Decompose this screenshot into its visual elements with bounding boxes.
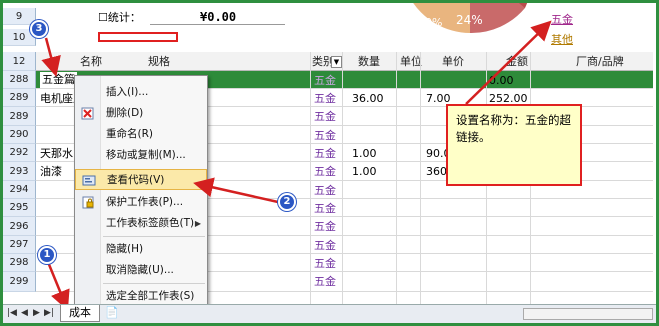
arrow-to-sheet-tab xyxy=(46,261,70,311)
horizontal-scrollbar[interactable] xyxy=(523,308,653,320)
badge-3: 3 xyxy=(30,20,48,38)
tab-next-icon[interactable]: ▶ xyxy=(33,308,40,318)
arrow-to-selected-cell xyxy=(41,37,61,77)
sheet-tab-label: 成本 xyxy=(69,306,91,319)
sheet-tab-cost[interactable]: 成本 xyxy=(60,305,100,322)
arrow-to-legend-link xyxy=(465,20,552,105)
badge-1: 1 xyxy=(38,246,56,264)
badge-2: 2 xyxy=(278,193,296,211)
insert-sheet-icon[interactable]: 📄 xyxy=(105,306,119,319)
sheet-tab-bar: |◀ ◀ ▶ ▶| 成本 📄 xyxy=(3,304,656,323)
annotation-arrows xyxy=(41,20,552,311)
tab-first-icon[interactable]: |◀ xyxy=(7,308,17,318)
arrow-to-view-code xyxy=(193,177,279,204)
tab-last-icon[interactable]: ▶| xyxy=(44,308,54,318)
tab-prev-icon[interactable]: ◀ xyxy=(21,308,28,318)
